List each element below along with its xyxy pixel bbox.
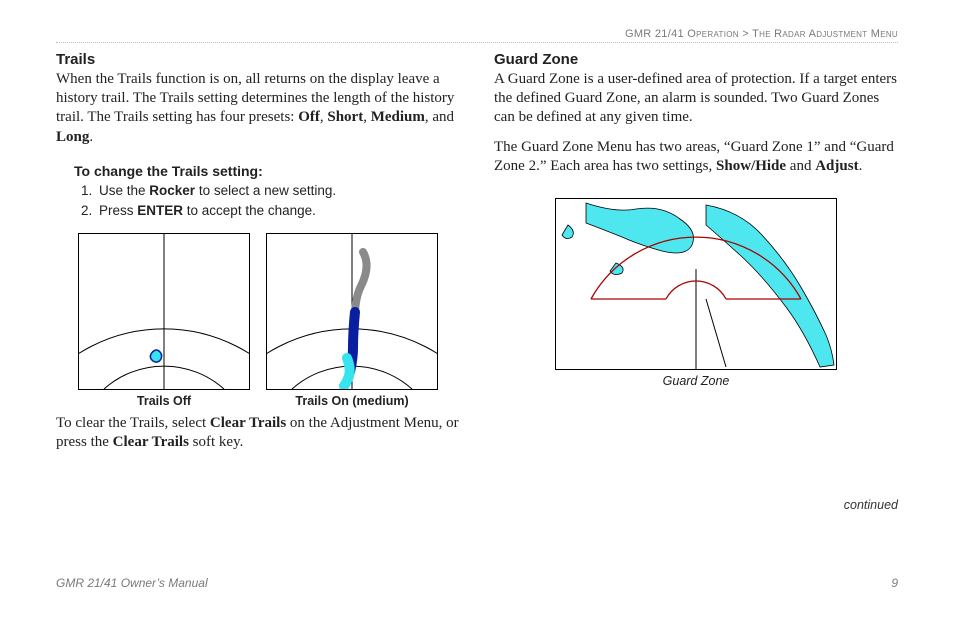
caption-trails-on: Trails On (medium) [266,394,438,408]
trails-figures: Trails Off Trails On [78,233,460,408]
figure-trails-off: Trails Off [78,233,250,408]
footer-title: GMR 21/41 Owner’s Manual [56,576,208,590]
trails-steps: Use the Rocker to select a new setting. … [74,181,460,222]
left-column: Trails When the Trails function is on, a… [56,51,460,512]
page-footer: GMR 21/41 Owner’s Manual 9 [56,576,898,590]
header-rule [56,42,898,43]
figure-trails-on: Trails On (medium) [266,233,438,408]
step-1: Use the Rocker to select a new setting. [96,181,460,201]
trails-intro: When the Trails function is on, all retu… [56,70,460,147]
trails-clear: To clear the Trails, select Clear Trails… [56,414,460,452]
breadcrumb-section: GMR 21/41 Operation [625,28,739,40]
caption-guard-zone: Guard Zone [494,374,898,388]
step-2: Press ENTER to accept the change. [96,201,460,221]
trails-subheading: To change the Trails setting: [74,163,460,179]
continued-label: continued [494,498,898,512]
footer-page-number: 9 [891,576,898,590]
figure-guard-zone: Guard Zone [494,198,898,388]
caption-trails-off: Trails Off [78,394,250,408]
breadcrumb-separator: > [742,28,749,40]
trails-heading: Trails [56,51,460,68]
breadcrumb: GMR 21/41 Operation > The Radar Adjustme… [56,28,898,40]
breadcrumb-subsection: The Radar Adjustment Menu [752,28,898,40]
right-column: Guard Zone A Guard Zone is a user-define… [494,51,898,512]
guardzone-p2: The Guard Zone Menu has two areas, “Guar… [494,138,898,176]
guardzone-p1: A Guard Zone is a user-defined area of p… [494,70,898,128]
guardzone-heading: Guard Zone [494,51,898,68]
